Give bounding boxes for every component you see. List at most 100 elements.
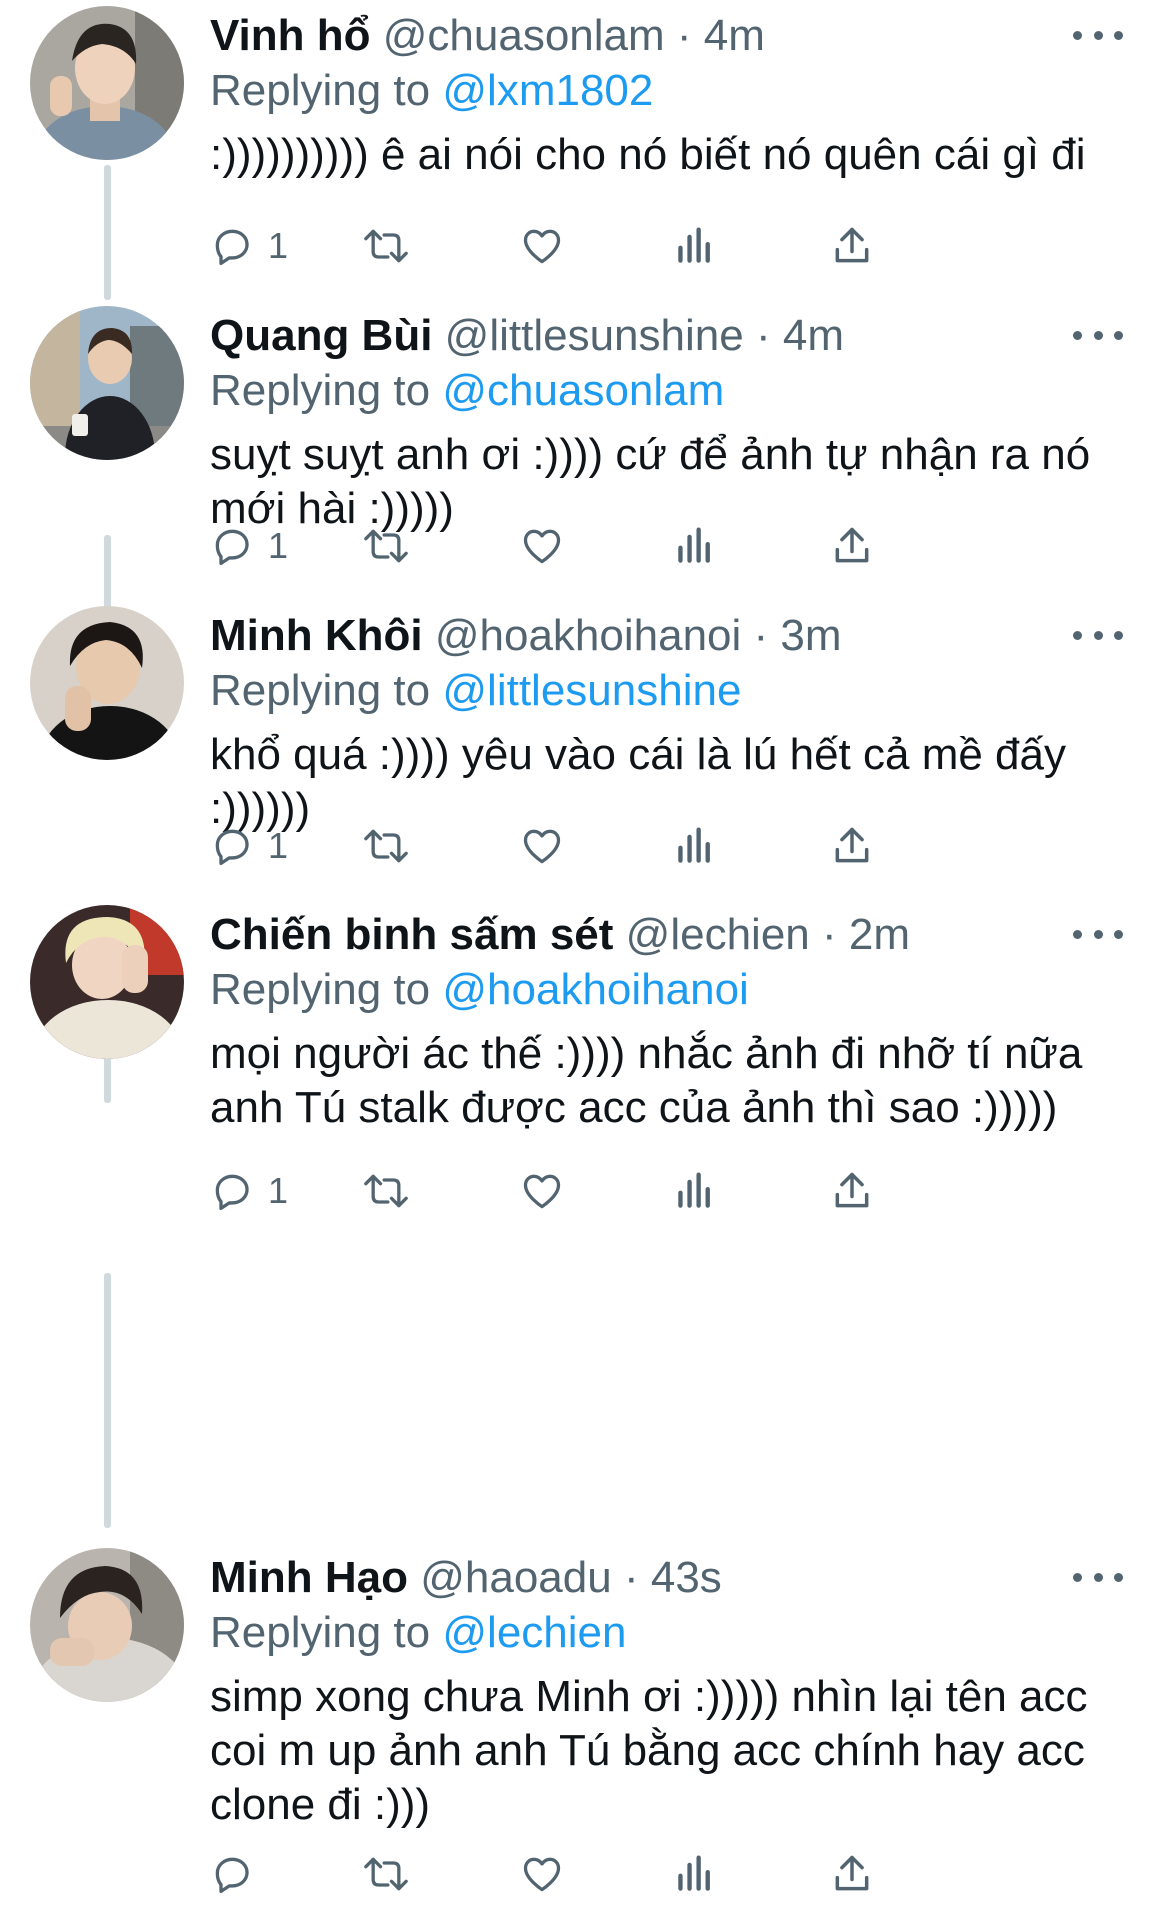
timestamp[interactable]: 3m xyxy=(780,611,841,660)
like-icon xyxy=(520,224,564,268)
timestamp[interactable]: 43s xyxy=(651,1553,722,1602)
avatar[interactable] xyxy=(30,6,184,160)
more-icon[interactable] xyxy=(1073,919,1123,949)
replying-to-label: Replying to xyxy=(210,1608,431,1657)
tweet-text: mọi người ác thế :)))) nhắc ảnh đi nhỡ t… xyxy=(210,1029,1095,1132)
share-button[interactable] xyxy=(830,1842,874,1906)
tweet-header: Minh Hạo @haoadu · 43s xyxy=(210,1548,1123,1608)
share-button[interactable] xyxy=(830,514,874,578)
display-name[interactable]: Minh Hạo xyxy=(210,1553,408,1602)
mention-link[interactable]: @chuasonlam xyxy=(442,366,724,415)
more-icon[interactable] xyxy=(1073,620,1123,650)
avatar[interactable] xyxy=(30,606,184,760)
share-button[interactable] xyxy=(830,1159,874,1223)
reply-button[interactable]: 1 xyxy=(210,1159,288,1223)
more-icon[interactable] xyxy=(1073,20,1123,50)
reply-count: 1 xyxy=(268,1170,289,1211)
views-button[interactable] xyxy=(675,214,715,278)
share-icon xyxy=(830,1169,874,1213)
avatar[interactable] xyxy=(30,905,184,1059)
like-button[interactable] xyxy=(520,1842,564,1906)
user-handle[interactable]: @lechien xyxy=(626,910,810,959)
user-handle[interactable]: @chuasonlam xyxy=(383,11,665,60)
tweet[interactable]: Minh Khôi @hoakhoihanoi · 3m Replying to… xyxy=(0,600,1153,930)
share-button[interactable] xyxy=(830,214,874,278)
tweet-header: Minh Khôi @hoakhoihanoi · 3m xyxy=(210,606,1123,666)
reply-icon xyxy=(210,824,254,868)
reply-icon xyxy=(210,524,254,568)
retweet-button[interactable] xyxy=(362,214,410,278)
mention-link[interactable]: @littlesunshine xyxy=(442,666,741,715)
retweet-icon xyxy=(362,1169,410,1213)
reply-button[interactable] xyxy=(210,1842,268,1906)
replying-to-label: Replying to xyxy=(210,366,431,415)
retweet-icon xyxy=(362,1852,410,1896)
like-button[interactable] xyxy=(520,214,564,278)
separator-dot: · xyxy=(753,611,769,660)
reply-icon xyxy=(210,1169,254,1213)
avatar[interactable] xyxy=(30,306,184,460)
user-handle[interactable]: @haoadu xyxy=(420,1553,612,1602)
reply-button[interactable]: 1 xyxy=(210,514,288,578)
more-icon[interactable] xyxy=(1073,1562,1123,1592)
retweet-button[interactable] xyxy=(362,1159,410,1223)
timestamp[interactable]: 2m xyxy=(849,910,910,959)
tweet[interactable]: Chiến binh sấm sét @lechien · 2m Replyin… xyxy=(0,899,1153,1279)
like-icon xyxy=(520,824,564,868)
views-button[interactable] xyxy=(675,1842,715,1906)
mention-link[interactable]: @lxm1802 xyxy=(442,66,653,115)
replying-to-label: Replying to xyxy=(210,666,431,715)
reply-icon xyxy=(210,224,254,268)
reply-button[interactable]: 1 xyxy=(210,214,288,278)
reply-button[interactable]: 1 xyxy=(210,814,288,878)
views-button[interactable] xyxy=(675,514,715,578)
mention-link[interactable]: @lechien xyxy=(442,1608,626,1657)
share-icon xyxy=(830,224,874,268)
separator-dot: · xyxy=(822,910,837,959)
replying-to: Replying to @hoakhoihanoi xyxy=(210,961,749,1019)
reply-count: 1 xyxy=(268,825,289,866)
display-name[interactable]: Minh Khôi xyxy=(210,611,423,660)
tweet[interactable]: Quang Bùi @littlesunshine · 4m Replying … xyxy=(0,300,1153,630)
share-icon xyxy=(830,1852,874,1896)
like-button[interactable] xyxy=(520,514,564,578)
retweet-icon xyxy=(362,824,410,868)
timestamp[interactable]: 4m xyxy=(783,311,844,360)
tweet[interactable]: Vinh hổ @chuasonlam · 4m Replying to @lx… xyxy=(0,0,1153,330)
display-name[interactable]: Vinh hổ xyxy=(210,11,371,60)
retweet-button[interactable] xyxy=(362,1842,410,1906)
tweet[interactable]: Minh Hạo @haoadu · 43s Replying to @lech… xyxy=(0,1542,1153,1920)
views-icon xyxy=(675,524,715,568)
mention-link[interactable]: @hoakhoihanoi xyxy=(442,965,748,1014)
share-button[interactable] xyxy=(830,814,874,878)
tweet-header: Chiến binh sấm sét @lechien · 2m xyxy=(210,905,1123,965)
avatar[interactable] xyxy=(30,1548,184,1702)
like-button[interactable] xyxy=(520,814,564,878)
views-icon xyxy=(675,1852,715,1896)
reply-icon xyxy=(210,1852,254,1896)
views-icon xyxy=(675,824,715,868)
more-icon[interactable] xyxy=(1073,320,1123,350)
tweet-text: :)))))))))) ê ai nói cho nó biết nó quên… xyxy=(210,130,1086,179)
like-icon xyxy=(520,1852,564,1896)
retweet-button[interactable] xyxy=(362,814,410,878)
reply-count: 1 xyxy=(268,525,289,566)
share-icon xyxy=(830,824,874,868)
action-bar: 1 xyxy=(210,514,1040,578)
retweet-button[interactable] xyxy=(362,514,410,578)
display-name[interactable]: Chiến binh sấm sét xyxy=(210,910,613,959)
views-icon xyxy=(675,224,715,268)
replying-to: Replying to @littlesunshine xyxy=(210,662,741,720)
tweet-text: simp xong chưa Minh ơi :))))) nhìn lại t… xyxy=(210,1672,1100,1829)
user-handle[interactable]: @hoakhoihanoi xyxy=(435,611,741,660)
reply-thread: Vinh hổ @chuasonlam · 4m Replying to @lx… xyxy=(0,0,1153,1920)
replying-to: Replying to @lechien xyxy=(210,1604,626,1662)
action-bar: 1 xyxy=(210,1159,1040,1223)
like-button[interactable] xyxy=(520,1159,564,1223)
user-handle[interactable]: @littlesunshine xyxy=(445,311,744,360)
like-icon xyxy=(520,1169,564,1213)
views-button[interactable] xyxy=(675,814,715,878)
views-button[interactable] xyxy=(675,1159,715,1223)
display-name[interactable]: Quang Bùi xyxy=(210,311,432,360)
timestamp[interactable]: 4m xyxy=(704,11,765,60)
